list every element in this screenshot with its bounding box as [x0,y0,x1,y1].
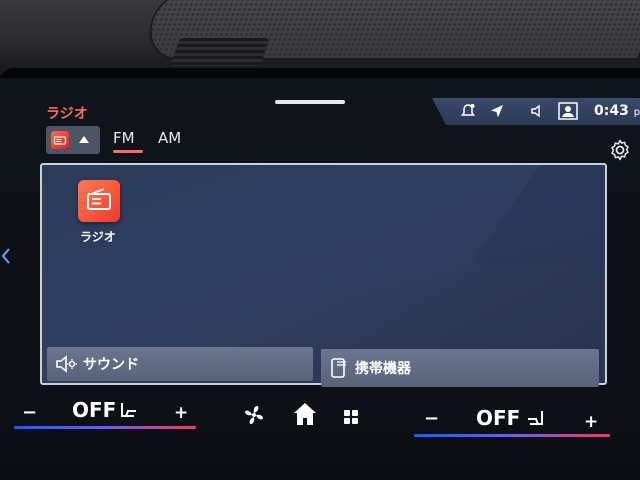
left-temp-minus-button[interactable]: − [22,402,37,423]
radio-icon [87,188,111,210]
clock-time: 0:43 [594,103,629,119]
left-temp-scale[interactable] [14,426,196,429]
apps-grid-icon[interactable] [343,409,359,425]
source-selector-button[interactable] [46,126,100,154]
dashboard-air-vent [170,38,270,66]
status-bar[interactable]: 0:43 pm [432,98,640,125]
gear-icon[interactable] [608,138,632,162]
seat-heater-icon[interactable] [118,400,140,422]
left-temp-value: OFF [72,398,117,422]
car-dashboard [0,0,640,75]
seat-heater-icon[interactable] [524,408,546,430]
mobile-devices-button[interactable]: 携帯機器 [321,349,599,387]
caret-up-icon [79,136,89,143]
chevron-left-icon[interactable] [0,246,12,266]
sound-button[interactable]: サウンド [47,347,313,381]
right-temp-value: OFF [476,406,521,430]
clock: 0:43 pm [594,103,640,119]
top-handle[interactable] [275,100,345,104]
right-temp-scale[interactable] [414,434,610,437]
mobile-devices-button-label: 携帯機器 [355,361,411,377]
tab-fm[interactable]: FM [113,129,143,153]
radio-app-label: ラジオ [80,230,116,244]
fan-icon[interactable] [243,404,265,426]
left-temp-plus-button[interactable]: + [174,403,188,423]
speaker-icon[interactable] [529,103,545,119]
radio-app-tile[interactable] [78,180,120,222]
clock-suffix: pm [633,107,640,118]
sound-button-label: サウンド [83,357,139,373]
right-temp-minus-button[interactable]: − [424,408,439,429]
bell-icon[interactable] [460,103,476,119]
right-temp-plus-button[interactable]: + [584,412,598,432]
app-title: ラジオ [46,106,88,122]
profile-icon[interactable] [558,102,578,120]
mobile-device-icon [331,358,346,378]
tab-am[interactable]: AM [158,129,181,147]
navigation-arrow-icon[interactable] [489,103,505,119]
sound-settings-icon [56,355,77,373]
home-icon[interactable] [292,401,318,427]
radio-icon [51,131,69,149]
